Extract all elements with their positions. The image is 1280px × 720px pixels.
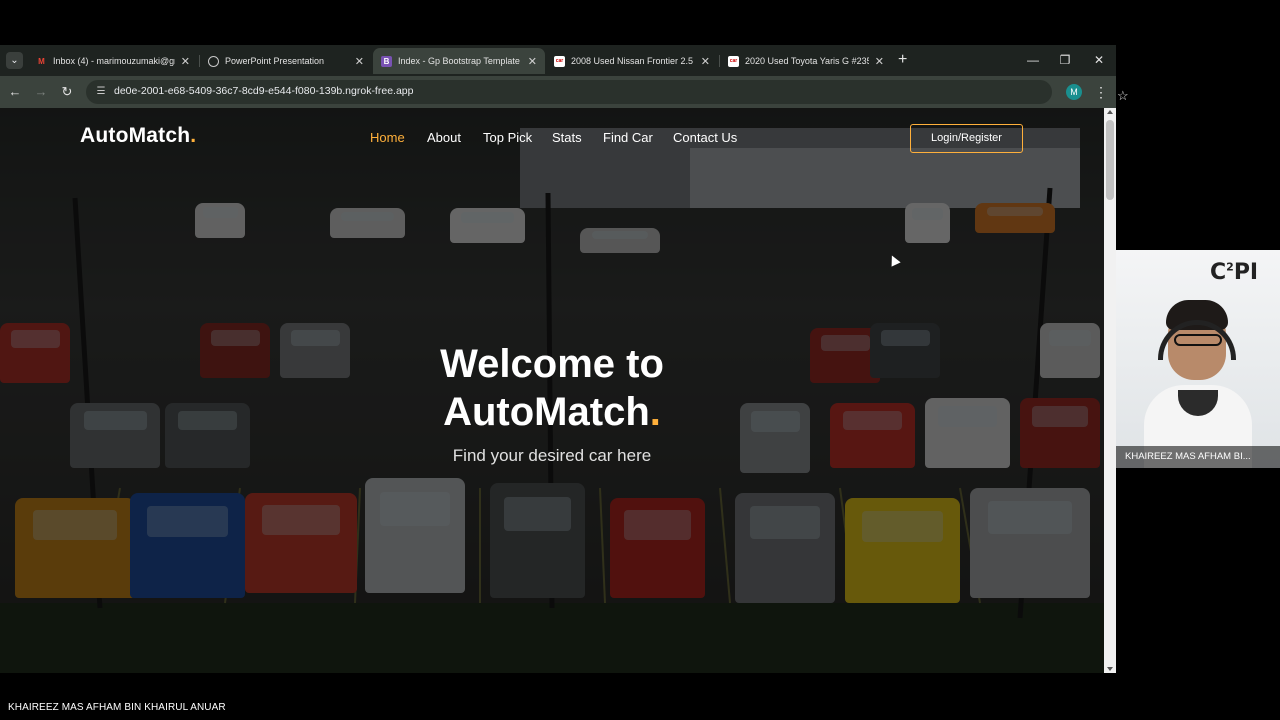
web-viewport: AutoMatch. Home About Top Pick Stats Fin… [0,108,1104,673]
screen: ⌄ M Inbox (4) - marimouzumaki@gm ✕ Power… [0,0,1280,720]
gmail-icon: M [38,56,45,66]
hero-title-line2: AutoMatch. [330,388,774,436]
hero-title-dot: . [649,390,661,434]
tab-close-icon[interactable]: ✕ [701,55,710,68]
carsite-icon: car [728,55,739,67]
tab-close-icon[interactable]: ✕ [355,55,364,68]
hero-title-brand: AutoMatch [443,390,650,434]
participant-name-label: KHAIREEZ MAS AFHAM BI... [1116,446,1280,468]
bookmark-star-icon[interactable]: ☆ [1117,88,1129,104]
minimize-icon[interactable]: — [1018,49,1048,71]
close-window-icon[interactable]: ✕ [1084,49,1114,71]
browser-window: ⌄ M Inbox (4) - marimouzumaki@gm ✕ Power… [0,45,1129,673]
site-navbar: AutoMatch. Home About Top Pick Stats Fin… [0,108,1104,168]
tab-title: Index - Gp Bootstrap Template [398,56,520,66]
hero-title-line1: Welcome to [440,342,664,386]
logo-dot: . [190,124,197,147]
scroll-thumb[interactable] [1106,120,1114,200]
hero-title: Welcome to AutoMatch. [330,340,774,436]
presenter-name-label: KHAIREEZ MAS AFHAM BIN KHAIRUL ANUAR [8,702,226,713]
glasses-icon [1174,334,1222,346]
tab-title: 2008 Used Nissan Frontier 2.5 L [571,56,695,66]
forward-arrow-icon[interactable]: → [31,82,51,102]
restore-icon[interactable]: ❐ [1050,49,1080,71]
login-register-button[interactable]: Login/Register [910,124,1023,153]
scroll-down-arrow-icon[interactable] [1107,667,1113,671]
bootstrap-icon: B [381,55,392,67]
tab-bar: ⌄ M Inbox (4) - marimouzumaki@gm ✕ Power… [0,45,1116,76]
browser-menu-icon[interactable]: ⋮ [1094,83,1108,101]
logo-c: C [1210,260,1227,285]
browser-toolbar: ← → ↻ ☰ de0e-2001-e68-5409-36c7-8cd9-e54… [0,76,1129,108]
tab-close-icon[interactable]: ✕ [875,55,884,68]
tab-title: Inbox (4) - marimouzumaki@gm [53,56,175,66]
vertical-scrollbar[interactable] [1104,108,1116,673]
carsite-icon: car [554,55,565,67]
tab-title: PowerPoint Presentation [225,56,325,66]
profile-avatar[interactable]: M [1066,84,1082,100]
back-arrow-icon[interactable]: ← [5,82,25,102]
nav-contact-us[interactable]: Contact Us [673,130,737,145]
c2pi-logo: C2PI [1210,260,1258,285]
reload-icon[interactable]: ↻ [57,82,77,102]
logo-pi: PI [1233,260,1259,285]
tab-gmail[interactable]: M Inbox (4) - marimouzumaki@gm ✕ [28,48,198,74]
tab-powerpoint[interactable]: PowerPoint Presentation ✕ [200,48,372,74]
nav-about[interactable]: About [427,130,461,145]
new-tab-icon[interactable]: + [898,51,907,69]
site-info-icon[interactable]: ☰ [94,85,108,99]
url-text[interactable]: de0e-2001-e68-5409-36c7-8cd9-e544-f080-1… [114,85,413,97]
site-logo[interactable]: AutoMatch. [80,124,196,148]
tab-toyota[interactable]: car 2020 Used Toyota Yaris G #235 ✕ [720,48,892,74]
nav-home[interactable]: Home [370,130,405,145]
tab-close-icon[interactable]: ✕ [528,55,537,68]
nav-find-car[interactable]: Find Car [603,130,653,145]
logo-text: AutoMatch [80,124,191,147]
tab-nissan[interactable]: car 2008 Used Nissan Frontier 2.5 L ✕ [546,48,718,74]
tab-search-button[interactable]: ⌄ [6,52,23,69]
address-bar[interactable]: ☰ de0e-2001-e68-5409-36c7-8cd9-e544-f080… [86,80,1129,104]
globe-icon [208,55,219,67]
participant-video-tile[interactable]: C2PI KHAIREEZ MAS AFHAM BI... [1116,250,1280,468]
tab-title: 2020 Used Toyota Yaris G #235 [745,56,869,66]
nav-stats[interactable]: Stats [552,130,582,145]
scroll-up-arrow-icon[interactable] [1107,110,1113,114]
nav-top-pick[interactable]: Top Pick [483,130,532,145]
logo-sup: 2 [1226,260,1234,274]
tab-close-icon[interactable]: ✕ [181,55,190,68]
tab-index-active[interactable]: B Index - Gp Bootstrap Template ✕ [373,48,545,74]
hero-subtitle: Find your desired car here [452,446,652,465]
